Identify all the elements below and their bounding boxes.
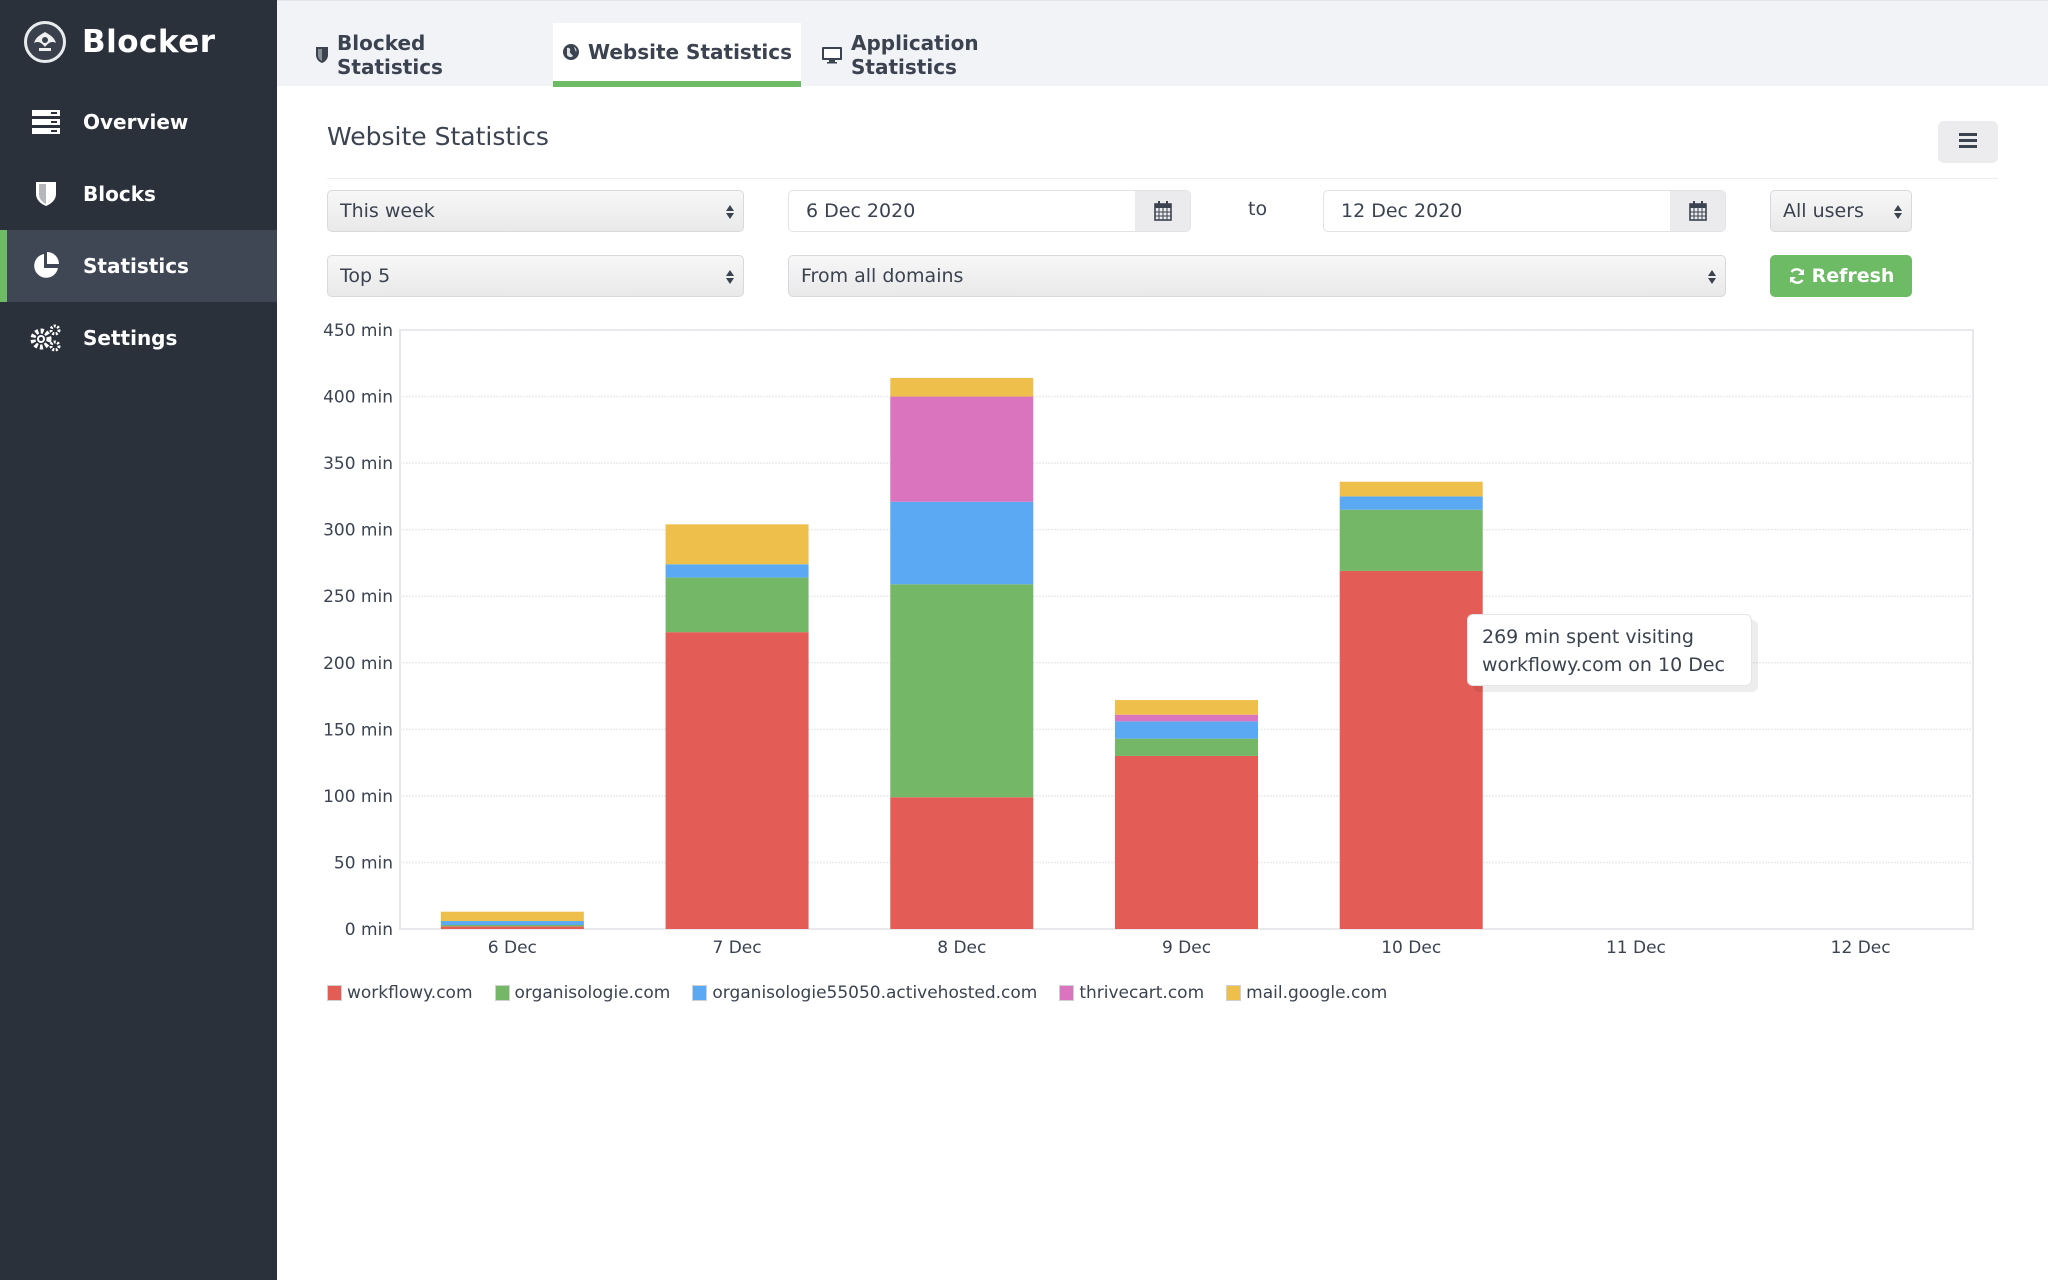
y-tick-label: 50 min bbox=[334, 853, 393, 873]
x-tick-label: 12 Dec bbox=[1831, 938, 1891, 958]
legend-item[interactable]: workflowy.com bbox=[327, 983, 473, 1003]
bar-segment-organisologie55050-activehosted-com[interactable] bbox=[1339, 496, 1483, 510]
legend-label: mail.google.com bbox=[1246, 983, 1388, 1003]
bar-segment-mail-google-com[interactable] bbox=[665, 524, 809, 565]
legend-swatch bbox=[1059, 985, 1075, 1001]
bar-segment-mail-google-com[interactable] bbox=[1115, 700, 1258, 715]
legend-item[interactable]: thrivecart.com bbox=[1059, 983, 1204, 1003]
bar-segment-mail-google-com[interactable] bbox=[890, 377, 1034, 397]
bar-segment-organisologie-com[interactable] bbox=[890, 584, 1034, 798]
bar-segment-organisologie-com[interactable] bbox=[440, 925, 584, 927]
bar-segment-workflowy-com[interactable] bbox=[1115, 755, 1258, 929]
x-tick-label: 10 Dec bbox=[1381, 938, 1441, 958]
bar-segment-thrivecart-com[interactable] bbox=[1115, 714, 1258, 722]
bar-segment-organisologie-com[interactable] bbox=[665, 577, 809, 633]
tooltip-line-1: 269 min spent visiting bbox=[1482, 626, 1694, 648]
bar-segment-organisologie55050-activehosted-com[interactable] bbox=[440, 921, 584, 926]
y-tick-label: 200 min bbox=[323, 654, 393, 674]
bar-segment-workflowy-com[interactable] bbox=[890, 797, 1034, 929]
legend-swatch bbox=[327, 985, 342, 1001]
chart-tooltip: 269 min spent visiting workflowy.com on … bbox=[1467, 614, 1752, 686]
legend-swatch bbox=[494, 985, 510, 1001]
legend-item[interactable]: organisologie55050.activehosted.com bbox=[692, 983, 1037, 1003]
bar-segment-organisologie-com[interactable] bbox=[1115, 738, 1258, 756]
chart-legend: workflowy.com organisologie.com organisolo… bbox=[327, 983, 1409, 1003]
legend-label: workflowy.com bbox=[347, 983, 473, 1003]
x-tick-label: 11 Dec bbox=[1606, 938, 1666, 958]
bar-segment-mail-google-com[interactable] bbox=[1339, 481, 1483, 497]
x-tick-label: 7 Dec bbox=[713, 938, 762, 958]
legend-label: thrivecart.com bbox=[1079, 983, 1205, 1003]
y-tick-label: 350 min bbox=[323, 454, 393, 474]
legend-item[interactable]: mail.google.com bbox=[1226, 983, 1387, 1003]
bar-segment-workflowy-com[interactable] bbox=[665, 632, 809, 929]
x-tick-label: 9 Dec bbox=[1162, 938, 1211, 958]
y-tick-label: 100 min bbox=[323, 787, 393, 807]
y-tick-label: 300 min bbox=[323, 521, 393, 541]
legend-swatch bbox=[692, 985, 708, 1001]
bar-segment-organisologie55050-activehosted-com[interactable] bbox=[890, 501, 1034, 585]
legend-label: organisologie55050.activehosted.com bbox=[712, 983, 1038, 1003]
bar-segment-organisologie-com[interactable] bbox=[1339, 509, 1483, 571]
bar-segment-workflowy-com[interactable] bbox=[1339, 570, 1483, 929]
bar-segment-workflowy-com[interactable] bbox=[440, 926, 584, 929]
x-tick-label: 8 Dec bbox=[937, 938, 986, 958]
tooltip-line-2: workflowy.com on 10 Dec bbox=[1482, 654, 1725, 676]
legend-label: organisologie.com bbox=[514, 983, 671, 1003]
x-tick-label: 6 Dec bbox=[488, 938, 537, 958]
y-tick-label: 250 min bbox=[323, 587, 393, 607]
bar-segment-organisologie55050-activehosted-com[interactable] bbox=[665, 564, 809, 578]
legend-item[interactable]: organisologie.com bbox=[494, 983, 671, 1003]
legend-swatch bbox=[1226, 985, 1242, 1001]
y-tick-label: 150 min bbox=[323, 720, 393, 740]
bar-segment-mail-google-com[interactable] bbox=[440, 911, 584, 922]
y-tick-label: 0 min bbox=[345, 920, 393, 940]
y-tick-label: 400 min bbox=[323, 388, 393, 408]
y-tick-label: 450 min bbox=[323, 321, 393, 341]
bar-segment-thrivecart-com[interactable] bbox=[890, 396, 1034, 502]
bar-segment-organisologie55050-activehosted-com[interactable] bbox=[1115, 721, 1258, 739]
